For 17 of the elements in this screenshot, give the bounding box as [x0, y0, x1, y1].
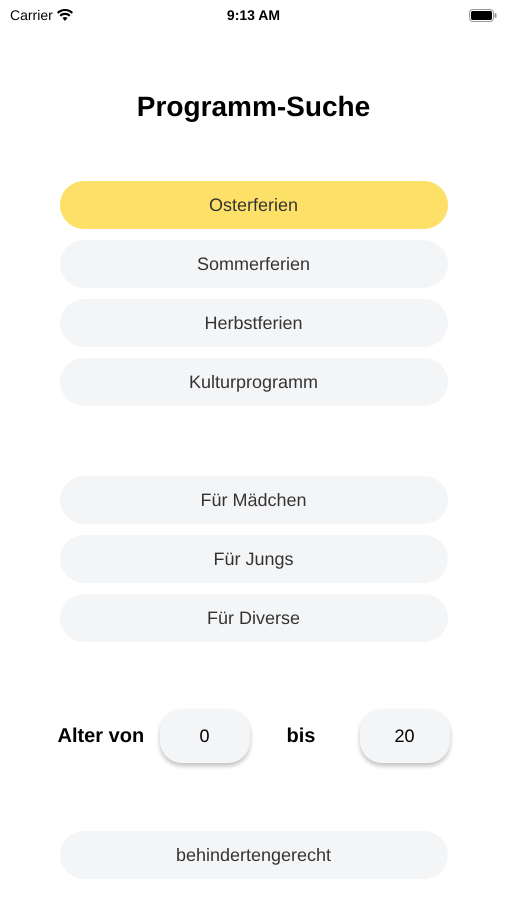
- age-from-field[interactable]: 0: [160, 709, 250, 763]
- age-to-label: bis: [286, 724, 316, 749]
- filter-option-button[interactable]: behindertengerecht: [60, 831, 448, 879]
- age-to-field[interactable]: 20: [360, 709, 450, 763]
- filter-option-button[interactable]: Sommerferien: [60, 240, 448, 288]
- filter-option-button[interactable]: Osterferien: [60, 181, 448, 229]
- filter-option-button[interactable]: Für Diverse: [60, 594, 448, 642]
- filter-option-button[interactable]: Für Mädchen: [60, 476, 448, 524]
- status-time: 9:13 AM: [226, 6, 280, 24]
- battery-icon: [468, 8, 497, 22]
- carrier-label: Carrier: [10, 6, 53, 24]
- age-label: Alter von: [58, 724, 146, 748]
- filter-option-button[interactable]: Kulturprogramm: [60, 358, 448, 406]
- filter-option-button[interactable]: Herbstferien: [60, 299, 448, 347]
- wifi-icon: [56, 9, 73, 21]
- filter-option-button[interactable]: Für Jungs: [60, 535, 448, 583]
- page-title: Programm-Suche: [136, 90, 370, 124]
